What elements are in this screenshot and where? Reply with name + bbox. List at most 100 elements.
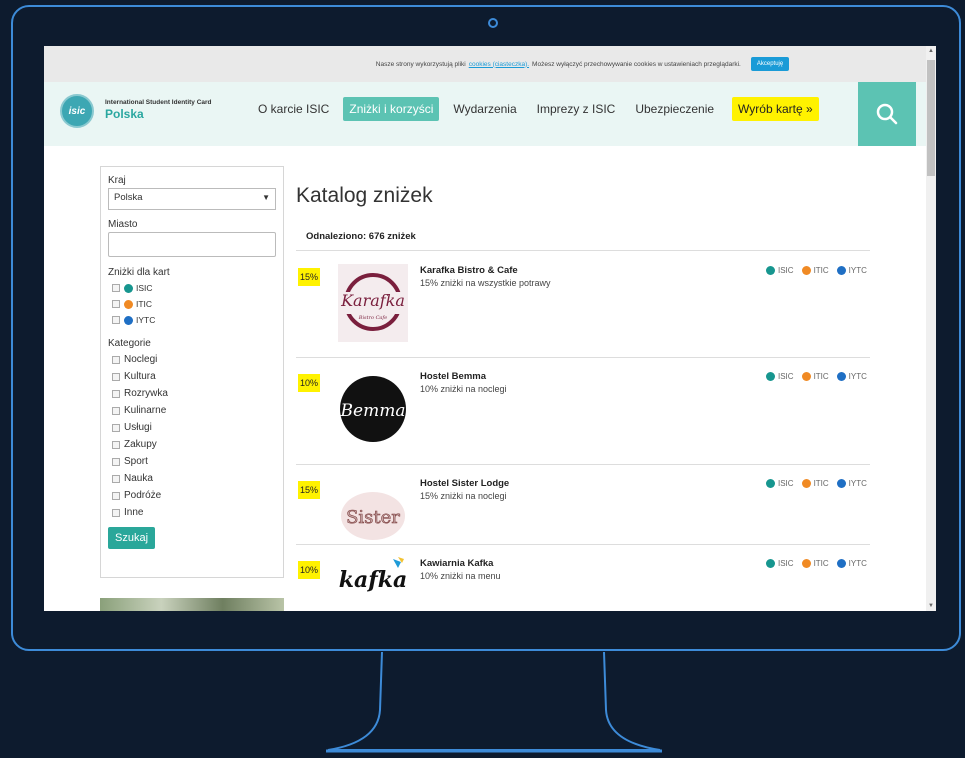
city-label: Miasto xyxy=(108,219,138,230)
isic-logo[interactable]: isic xyxy=(60,94,94,128)
country-select[interactable]: Polska ▼ xyxy=(108,188,276,210)
filter-search-button[interactable]: Szukaj xyxy=(108,527,156,549)
category-uslugi[interactable]: Usługi xyxy=(108,419,276,436)
category-label: Inne xyxy=(124,507,144,518)
category-label: Noclegi xyxy=(124,354,158,365)
country-value: Polska xyxy=(114,192,143,203)
card-label: ITIC xyxy=(813,559,829,568)
brand[interactable]: International Student Identity Card Pols… xyxy=(105,99,212,121)
karafka-logo-icon: Karafka Bistro Cafe xyxy=(340,273,406,331)
checkbox[interactable] xyxy=(112,372,120,381)
cookie-text-2: Możesz wyłączyć przechowywanie cookies w… xyxy=(532,60,741,68)
isic-dot-icon xyxy=(766,372,775,381)
menu-item-wydarzenia[interactable]: Wydarzenia xyxy=(447,97,522,121)
card-badges: ISIC ITIC IYTC xyxy=(766,479,867,488)
order-card-button[interactable]: Wyrób kartę » xyxy=(732,97,819,121)
sidebar-promo-image[interactable] xyxy=(100,598,284,611)
category-podroze[interactable]: Podróże xyxy=(108,487,276,504)
kafka-logo[interactable]: kafka xyxy=(338,553,408,599)
discount-badge: 15% xyxy=(298,481,321,499)
menu-item-znizki[interactable]: Zniżki i korzyści xyxy=(343,97,440,121)
checkbox[interactable] xyxy=(112,440,120,449)
accept-cookies-button[interactable]: Akceptuję xyxy=(750,57,790,71)
list-item[interactable]: 15% Karafka Bistro Cafe Karafka Bistro &… xyxy=(296,256,870,356)
karafka-logo-subtext: Bistro Cafe xyxy=(358,315,387,321)
category-label: Kultura xyxy=(124,371,156,382)
page-scrollbar[interactable]: ▲ ▼ xyxy=(926,46,936,611)
divider xyxy=(296,464,870,465)
checkbox[interactable] xyxy=(112,491,120,500)
bemma-logo-text: Bemma xyxy=(340,401,406,421)
cookie-bar: Nasze strony wykorzystują pliki cookies … xyxy=(44,46,926,82)
iytc-dot-icon xyxy=(836,266,846,275)
item-name[interactable]: Kawiarnia Kafka xyxy=(420,558,493,569)
city-input[interactable] xyxy=(108,232,276,257)
discount-badge: 15% xyxy=(298,268,321,286)
scroll-down-icon[interactable]: ▼ xyxy=(926,601,936,611)
checkbox[interactable] xyxy=(112,355,120,364)
card-filter-isic[interactable]: ISIC xyxy=(108,280,276,296)
item-description: 10% zniżki na noclegi xyxy=(420,384,507,394)
item-name[interactable]: Hostel Bemma xyxy=(420,371,486,382)
category-nauka[interactable]: Nauka xyxy=(108,470,276,487)
bemma-logo-icon: Bemma xyxy=(340,376,406,442)
card-label: ITIC xyxy=(813,372,829,381)
card-badges: ISIC ITIC IYTC xyxy=(766,372,867,381)
checkbox[interactable] xyxy=(112,508,120,517)
card-filter-itic[interactable]: ITIC xyxy=(108,296,276,312)
category-rozrywka[interactable]: Rozrywka xyxy=(108,385,276,402)
divider xyxy=(296,357,870,358)
category-inne[interactable]: Inne xyxy=(108,504,276,521)
kafka-logo-text: kafka xyxy=(339,567,407,593)
itic-dot-icon xyxy=(801,266,811,275)
iytc-dot-icon xyxy=(836,479,846,488)
iytc-dot-icon xyxy=(124,315,133,325)
card-label: IYTC xyxy=(848,266,867,275)
card-filter-iytc[interactable]: IYTC xyxy=(108,312,276,328)
item-name[interactable]: Karafka Bistro & Cafe xyxy=(420,265,518,276)
checkbox[interactable] xyxy=(112,423,120,432)
isic-dot-icon xyxy=(766,479,775,488)
divider xyxy=(296,250,870,251)
category-zakupy[interactable]: Zakupy xyxy=(108,436,276,453)
search-button[interactable] xyxy=(858,82,916,146)
category-label: Zakupy xyxy=(124,439,157,450)
cookie-link[interactable]: cookies (ciasteczka). xyxy=(469,61,529,68)
category-label: Kulinarne xyxy=(124,405,167,416)
category-kulinarne[interactable]: Kulinarne xyxy=(108,402,276,419)
isic-dot-icon xyxy=(766,559,775,568)
checkbox[interactable] xyxy=(112,406,120,415)
card-label: IYTC xyxy=(136,315,156,325)
camera-icon xyxy=(488,18,498,28)
filters-panel: Kraj Polska ▼ Miasto Zniżki dla kart ISI… xyxy=(100,166,284,578)
scroll-thumb[interactable] xyxy=(927,60,935,176)
card-label: ISIC xyxy=(136,283,153,293)
item-name[interactable]: Hostel Sister Lodge xyxy=(420,478,509,489)
category-label: Usługi xyxy=(124,422,152,433)
main-menu: O karcie ISIC Zniżki i korzyści Wydarzen… xyxy=(252,97,819,121)
menu-item-ubezpieczenie[interactable]: Ubezpieczenie xyxy=(629,97,720,121)
category-sport[interactable]: Sport xyxy=(108,453,276,470)
category-kultura[interactable]: Kultura xyxy=(108,368,276,385)
checkbox[interactable] xyxy=(112,389,120,398)
list-item[interactable]: 10% Bemma Hostel Bemma 10% zniżki na noc… xyxy=(296,362,870,462)
checkbox[interactable] xyxy=(112,300,120,308)
card-label: IYTC xyxy=(848,559,867,568)
card-label: ITIC xyxy=(813,266,829,275)
menu-item-o-karcie[interactable]: O karcie ISIC xyxy=(252,97,335,121)
checkbox[interactable] xyxy=(112,316,120,324)
card-label: ISIC xyxy=(778,559,794,568)
checkbox[interactable] xyxy=(112,474,120,483)
bemma-logo[interactable]: Bemma xyxy=(338,370,408,448)
category-noclegi[interactable]: Noclegi xyxy=(108,351,276,368)
list-item[interactable]: 10% kafka Kawiarnia Kafka 10% zniżki na … xyxy=(296,549,870,611)
scroll-up-icon[interactable]: ▲ xyxy=(926,46,936,56)
checkbox[interactable] xyxy=(112,457,120,466)
menu-item-imprezy[interactable]: Imprezy z ISIC xyxy=(531,97,622,121)
cards-label: Zniżki dla kart xyxy=(108,267,170,278)
itic-dot-icon xyxy=(801,559,811,568)
cookie-text: Nasze strony wykorzystują pliki xyxy=(375,60,466,68)
karafka-logo[interactable]: Karafka Bistro Cafe xyxy=(338,264,408,342)
card-label: ISIC xyxy=(778,266,794,275)
checkbox[interactable] xyxy=(112,284,120,292)
